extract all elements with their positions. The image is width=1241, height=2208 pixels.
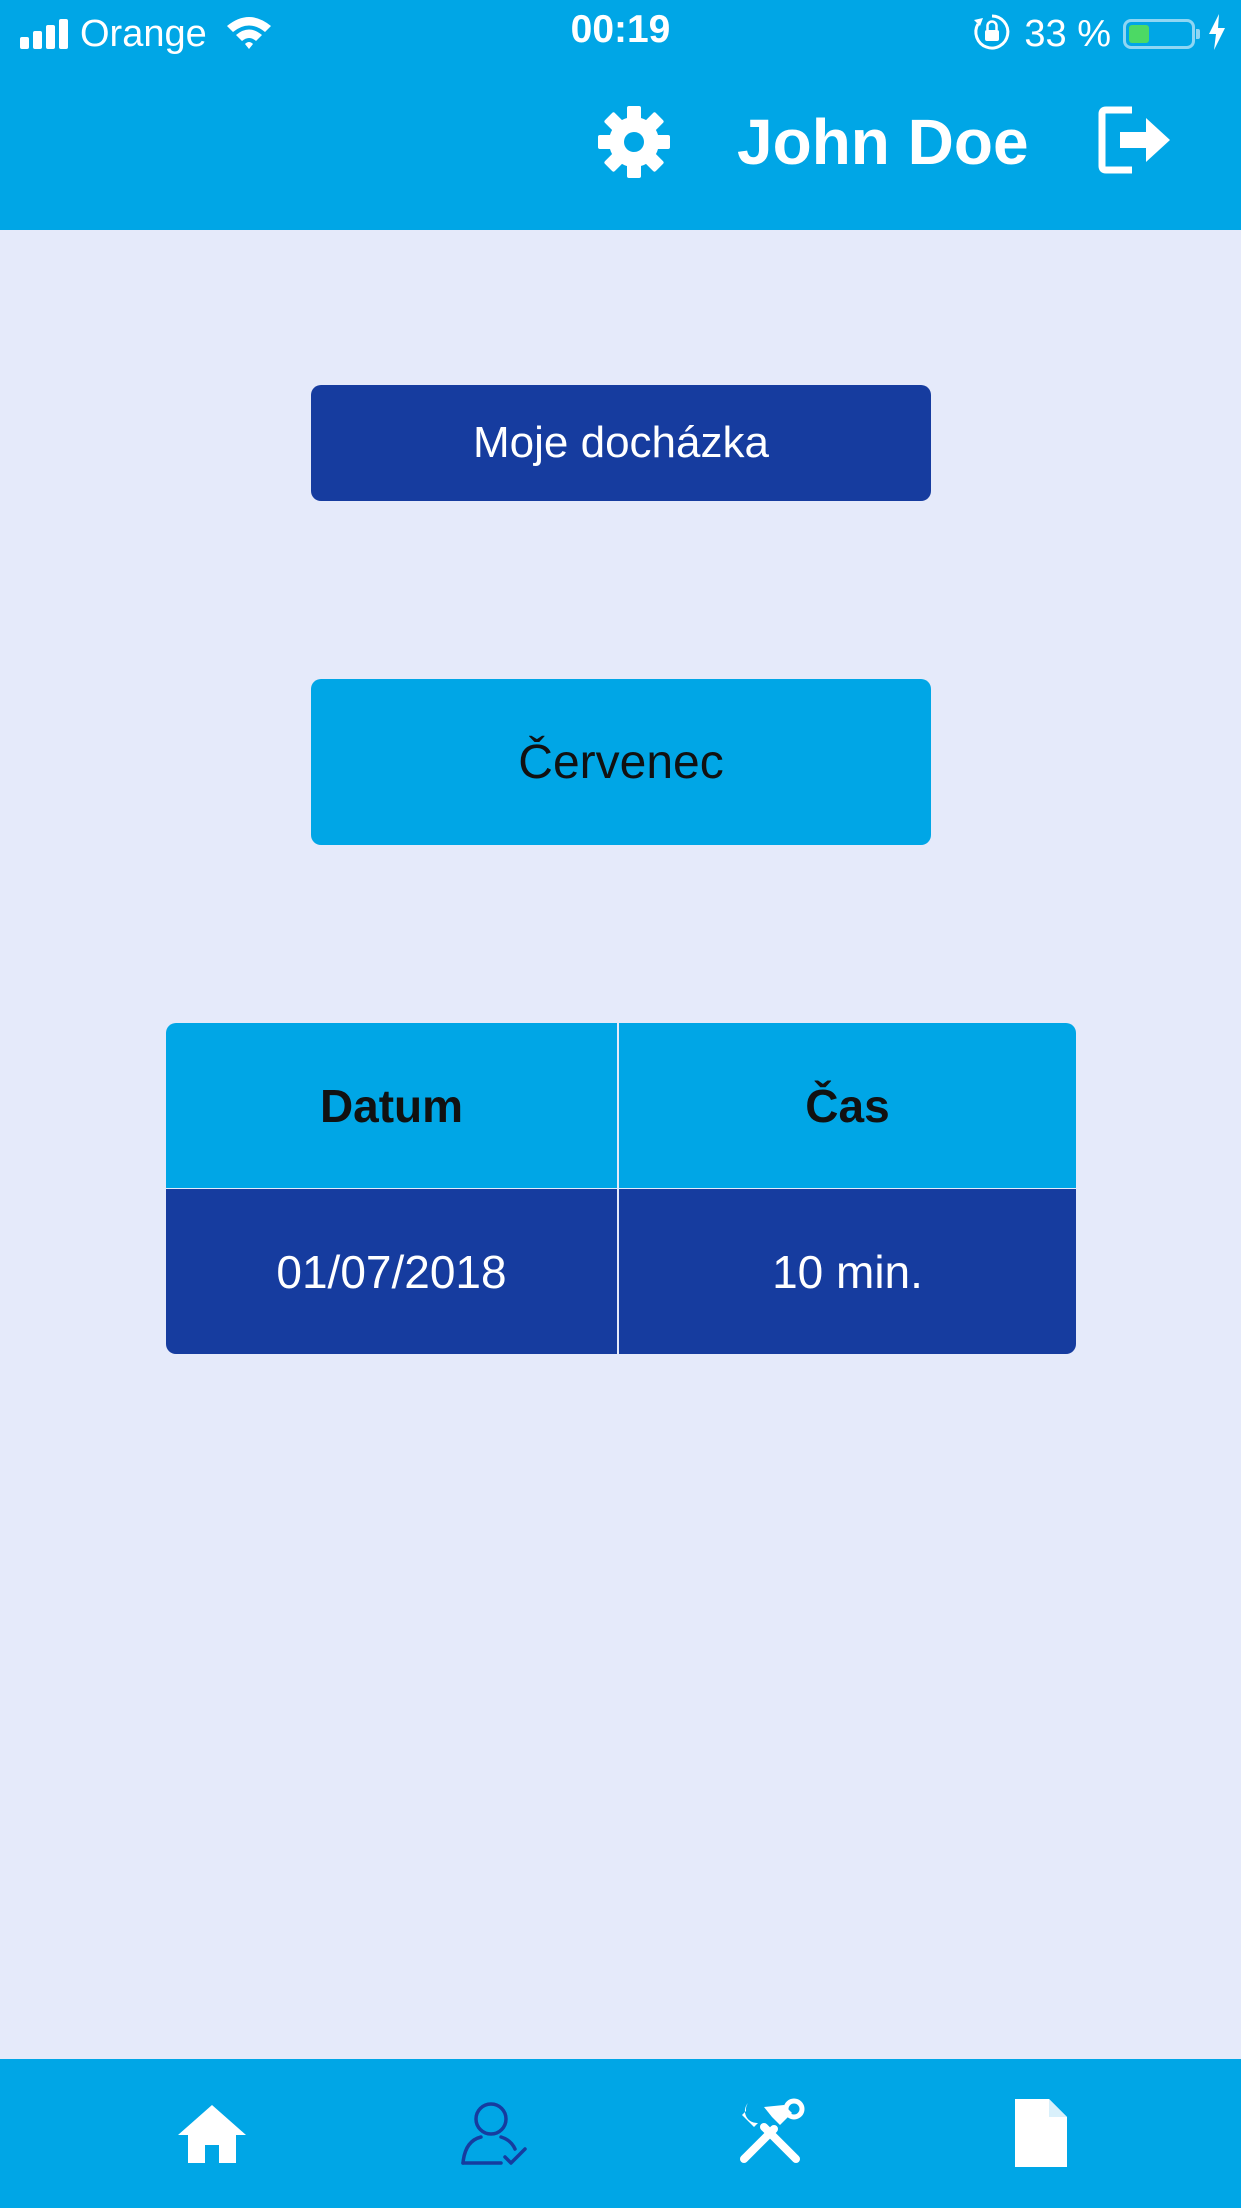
gear-icon bbox=[598, 106, 670, 178]
table-row-divider bbox=[166, 1188, 1076, 1189]
battery-percent: 33 % bbox=[1024, 12, 1111, 55]
my-attendance-button[interactable]: Moje docházka bbox=[311, 385, 931, 501]
tab-attendance[interactable] bbox=[455, 2093, 535, 2173]
user-name: John Doe bbox=[737, 106, 1029, 178]
attendance-table: Datum Čas 01/07/2018 10 min. bbox=[166, 1023, 1076, 1354]
tab-bar bbox=[0, 2059, 1241, 2208]
home-icon bbox=[178, 2105, 246, 2163]
logout-button[interactable] bbox=[1096, 104, 1174, 176]
battery-icon bbox=[1123, 19, 1200, 49]
status-right: 33 % bbox=[972, 10, 1227, 58]
table-header-date: Datum bbox=[166, 1023, 617, 1188]
charging-icon bbox=[1207, 13, 1227, 55]
table-header-time: Čas bbox=[619, 1023, 1076, 1188]
orientation-lock-icon bbox=[972, 12, 1012, 57]
tab-tools[interactable] bbox=[730, 2093, 810, 2173]
top-bar: Orange 00:19 33 % John Doe bbox=[0, 0, 1241, 230]
settings-button[interactable] bbox=[596, 104, 672, 180]
user-check-icon bbox=[461, 2102, 527, 2165]
logout-icon bbox=[1098, 106, 1170, 174]
table-cell-date: 01/07/2018 bbox=[166, 1189, 617, 1354]
battery-fill bbox=[1129, 25, 1149, 43]
month-select-button[interactable]: Červenec bbox=[311, 679, 931, 845]
tab-home[interactable] bbox=[172, 2093, 252, 2173]
tab-documents[interactable] bbox=[1001, 2093, 1081, 2173]
tools-icon bbox=[740, 2098, 805, 2163]
table-cell-duration: 10 min. bbox=[619, 1189, 1076, 1354]
document-icon bbox=[1015, 2099, 1067, 2167]
